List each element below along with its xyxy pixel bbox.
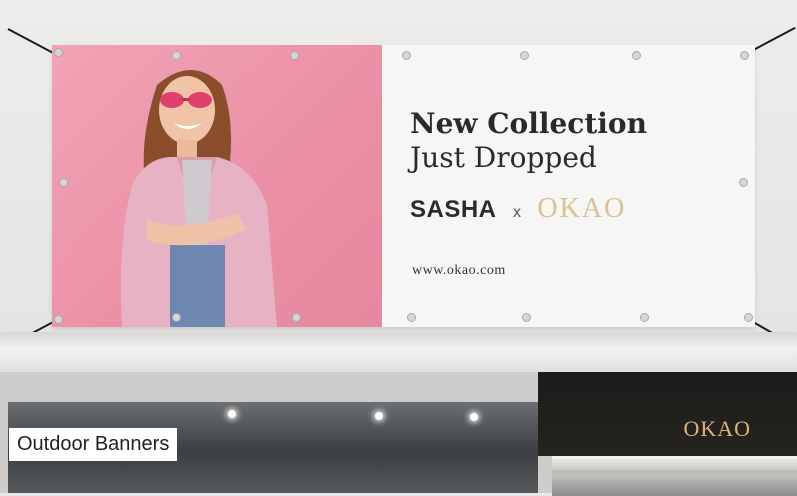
grommet xyxy=(54,315,63,324)
shop-sign-text: OKAO xyxy=(683,416,751,441)
model-photo xyxy=(52,45,382,327)
banner-headline: New Collection xyxy=(410,107,647,140)
grommet xyxy=(522,313,531,322)
grommet xyxy=(640,313,649,322)
caption-label: Outdoor Banners xyxy=(17,433,170,455)
grommet xyxy=(292,313,301,322)
grommet xyxy=(54,48,63,57)
banner-subline: Just Dropped xyxy=(410,141,597,174)
grommet xyxy=(520,51,529,60)
caption-label-box: Outdoor Banners xyxy=(9,428,178,461)
grommet xyxy=(402,51,411,60)
shop-sign: OKAO xyxy=(538,372,797,456)
grommet xyxy=(740,51,749,60)
shop-window-rail xyxy=(552,470,797,474)
ceiling-light xyxy=(470,413,478,421)
banner-website: www.okao.com xyxy=(412,263,506,278)
grommet xyxy=(739,178,748,187)
brand-sasha: SASHA xyxy=(410,196,497,223)
grommet xyxy=(407,313,416,322)
grommet xyxy=(744,313,753,322)
grommet xyxy=(172,313,181,322)
shop-window xyxy=(552,456,797,496)
grommet xyxy=(290,51,299,60)
ceiling-light xyxy=(375,412,383,420)
brand-separator: x xyxy=(512,204,521,221)
brand-okao: OKAO xyxy=(537,193,627,224)
brand-collab-row: SASHA x OKAO xyxy=(410,193,626,225)
grommet xyxy=(172,51,181,60)
woman-in-pink-blazer-image xyxy=(120,70,277,327)
outdoor-banner: New Collection Just Dropped SASHA x OKAO… xyxy=(52,45,755,327)
grommet xyxy=(59,178,68,187)
grommet xyxy=(632,51,641,60)
ceiling-light xyxy=(228,410,236,418)
building-ledge xyxy=(0,332,797,372)
